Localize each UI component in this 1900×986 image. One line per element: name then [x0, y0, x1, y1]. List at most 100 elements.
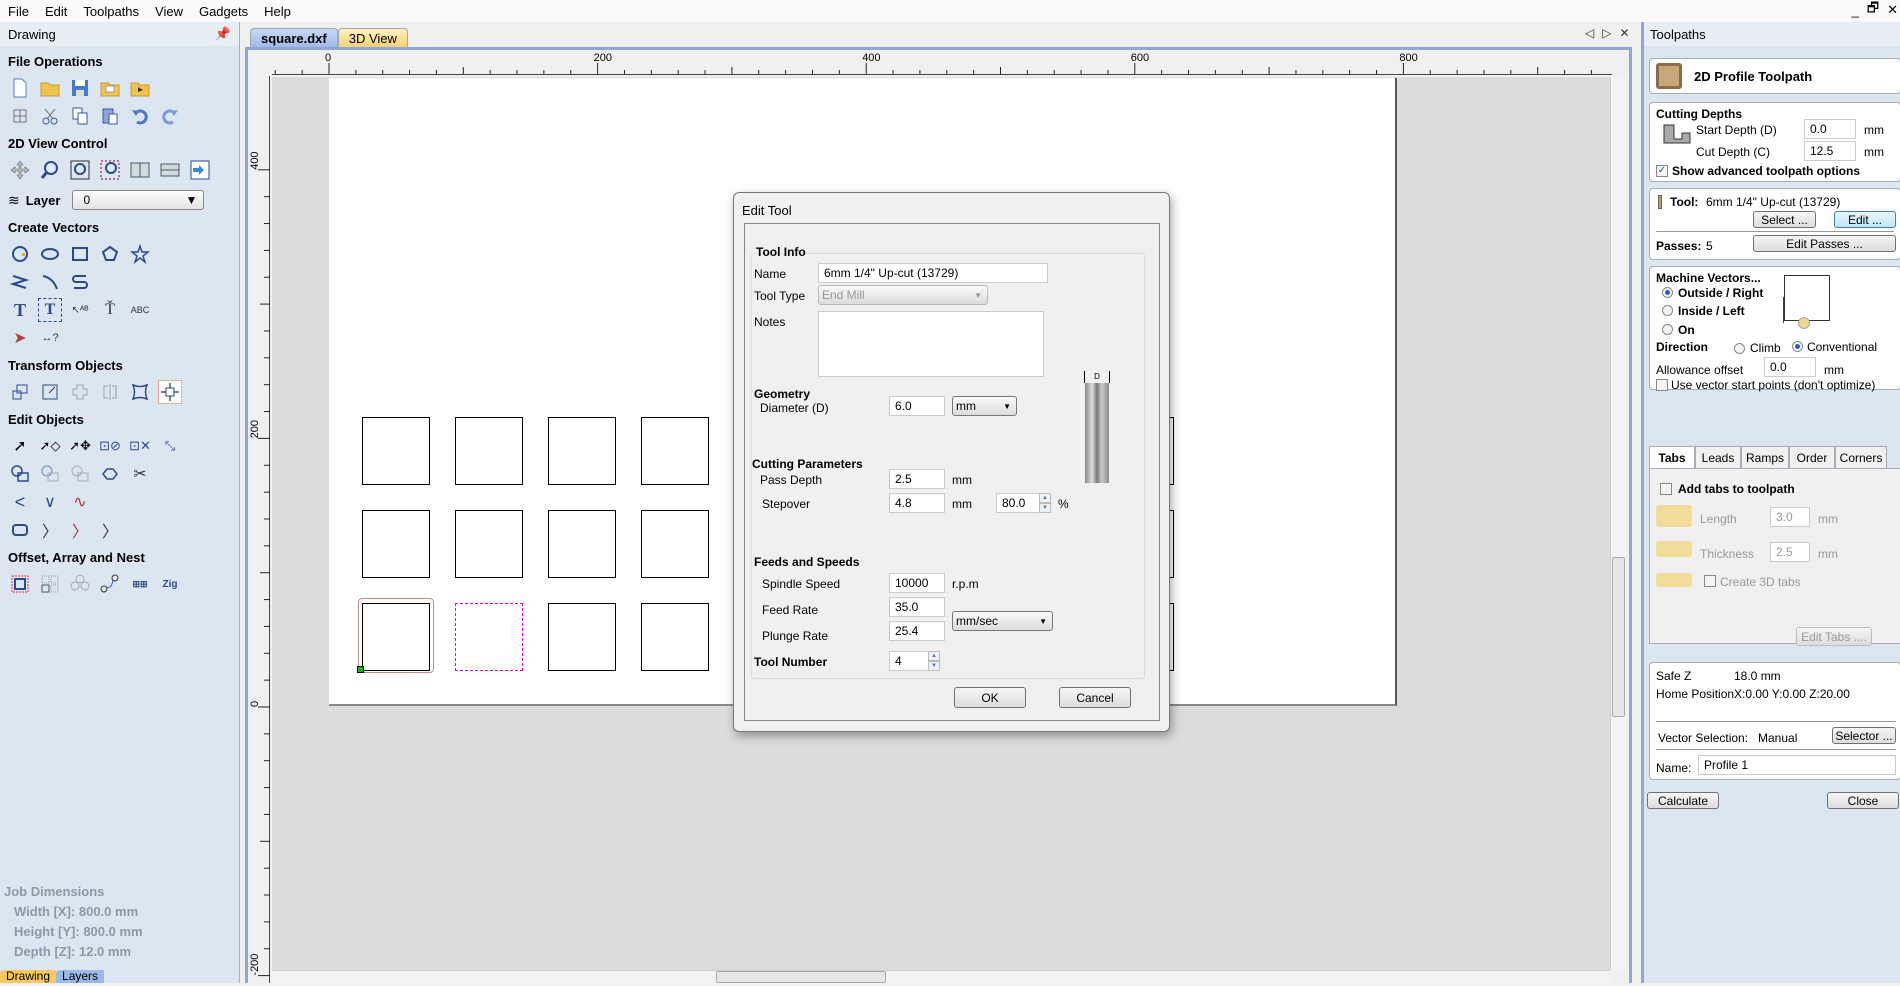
tab-leads[interactable]: Leads [1695, 446, 1741, 468]
plunge-rate-input[interactable]: 25.4 [889, 621, 945, 641]
tab-drawing[interactable]: Drawing [0, 970, 57, 983]
ellipse-icon[interactable] [38, 242, 62, 266]
import-icon[interactable] [98, 76, 122, 100]
horizontal-scroll-thumb[interactable] [716, 971, 886, 983]
mirror-icon[interactable] [98, 380, 122, 404]
open-file-icon[interactable] [38, 76, 62, 100]
text-icon[interactable]: T [8, 298, 32, 322]
close-icon[interactable]: ✕ [1887, 2, 1898, 18]
edit-tabs-button[interactable]: Edit Tabs .... [1796, 627, 1872, 646]
close-button[interactable]: Close [1827, 792, 1899, 809]
undo-icon[interactable] [128, 104, 152, 128]
stepover-spinner[interactable]: ▲ ▼ [1039, 493, 1051, 513]
menu-toolpaths[interactable]: Toolpaths [75, 4, 147, 19]
distort-icon[interactable] [128, 380, 152, 404]
pan-icon[interactable] [8, 158, 32, 182]
tab-corners[interactable]: Corners [1835, 446, 1887, 468]
diameter-unit-dropdown[interactable]: mm ▼ [952, 396, 1017, 416]
zoom-selection-icon[interactable] [98, 158, 122, 182]
vector-square[interactable] [455, 510, 523, 578]
stepover-input[interactable]: 4.8 [889, 493, 945, 513]
redo-icon[interactable] [158, 104, 182, 128]
vector-square[interactable] [641, 417, 709, 485]
vertical-scroll-thumb[interactable] [1612, 557, 1625, 717]
spin-down-icon[interactable]: ▼ [1039, 503, 1051, 513]
tab-close-icon[interactable]: ✕ [1619, 26, 1629, 40]
scale-icon[interactable] [38, 380, 62, 404]
tool-number-input[interactable]: 4 [889, 651, 929, 671]
copy-along-vector-icon[interactable] [98, 572, 122, 596]
select-pointer-icon[interactable]: ➚ [8, 434, 32, 458]
edit-passes-button[interactable]: Edit Passes ... [1753, 235, 1896, 252]
vector-start-points-checkbox[interactable] [1656, 379, 1668, 391]
cut-depth-input[interactable]: 12.5 [1804, 141, 1856, 161]
tbone-icon[interactable]: 〉 [98, 518, 122, 542]
selector-button[interactable]: Selector ... [1832, 727, 1896, 744]
view-center-icon[interactable] [158, 158, 182, 182]
polyline-icon[interactable] [8, 270, 32, 294]
tool-number-spinner[interactable]: ▲ ▼ [928, 651, 940, 671]
align-icon[interactable] [158, 380, 182, 404]
spindle-speed-input[interactable]: 10000 [889, 573, 945, 593]
intersect-icon[interactable] [68, 462, 92, 486]
select-tool-button[interactable]: Select ... [1753, 211, 1816, 228]
restore-icon[interactable]: 🗗 [1867, 0, 1879, 21]
stepover-percent-input[interactable]: 80.0 [996, 493, 1040, 513]
on-radio[interactable] [1662, 324, 1673, 335]
spin-up-icon[interactable]: ▲ [928, 651, 940, 661]
notes-textarea[interactable] [818, 311, 1044, 377]
close-vector-icon[interactable]: < [8, 490, 32, 514]
trim-icon[interactable]: ✂ [128, 462, 152, 486]
layer-dropdown[interactable]: 0 ▼ [72, 190, 205, 210]
tab-next-icon[interactable]: ▷ [1602, 26, 1611, 40]
rotate-icon[interactable] [68, 380, 92, 404]
select-all-icon[interactable] [8, 104, 32, 128]
outside-right-radio[interactable] [1662, 287, 1673, 298]
text-adjust-icon[interactable]: Ť [98, 298, 122, 322]
vector-square[interactable] [548, 510, 616, 578]
menu-file[interactable]: File [0, 4, 37, 19]
edit-tool-button[interactable]: Edit ... [1834, 211, 1896, 228]
text-box-icon[interactable]: T [38, 298, 62, 322]
polygon-icon[interactable] [98, 242, 122, 266]
add-tabs-checkbox[interactable] [1660, 483, 1672, 495]
conventional-radio[interactable] [1792, 341, 1803, 352]
text-arc-icon[interactable]: ABC [128, 298, 152, 322]
zoom-extents-icon[interactable] [68, 158, 92, 182]
vector-square[interactable] [548, 417, 616, 485]
menu-view[interactable]: View [147, 4, 191, 19]
rate-unit-dropdown[interactable]: mm/sec ▼ [952, 611, 1053, 631]
transform-select-icon[interactable]: ➚✥ [68, 434, 92, 458]
tab-layers[interactable]: Layers [56, 970, 105, 983]
measure-icon[interactable]: ⤡ [158, 434, 182, 458]
start-depth-input[interactable]: 0.0 [1804, 119, 1856, 139]
ok-button[interactable]: OK [954, 687, 1026, 708]
tab-length-input[interactable]: 3.0 [1770, 507, 1810, 527]
toolpath-name-input[interactable]: Profile 1 [1698, 755, 1896, 775]
vector-square[interactable] [362, 417, 430, 485]
cancel-button[interactable]: Cancel [1059, 687, 1131, 708]
diameter-input[interactable]: 6.0 [889, 396, 945, 416]
circular-copy-icon[interactable] [68, 572, 92, 596]
weld-icon[interactable] [8, 462, 32, 486]
pin-icon[interactable]: 📌 [215, 26, 231, 42]
group-icon[interactable]: ⊡⊘ [98, 434, 122, 458]
smooth-nodes-icon[interactable]: ∨ [38, 490, 62, 514]
ungroup-icon[interactable]: ⊡✕ [128, 434, 152, 458]
tab-order[interactable]: Order [1789, 446, 1835, 468]
dimension-icon[interactable]: ↔? [38, 326, 62, 350]
pass-depth-input[interactable]: 2.5 [889, 469, 945, 489]
offset-icon[interactable] [8, 572, 32, 596]
dogbone-icon[interactable]: 〉 [38, 518, 62, 542]
node-edit-icon[interactable]: ➚◇ [38, 434, 62, 458]
curve-icon[interactable] [68, 270, 92, 294]
menu-edit[interactable]: Edit [37, 4, 75, 19]
spin-up-icon[interactable]: ▲ [1039, 493, 1051, 503]
nesting-icon[interactable]: ⊞⊞ [128, 572, 152, 596]
tool-type-dropdown[interactable]: End Mill ▼ [818, 285, 988, 305]
copy-icon[interactable] [68, 104, 92, 128]
chamfer-icon[interactable]: 〉 [68, 518, 92, 542]
new-file-icon[interactable] [8, 76, 32, 100]
spin-down-icon[interactable]: ▼ [928, 661, 940, 671]
tab-square-dxf[interactable]: square.dxf [250, 28, 338, 48]
